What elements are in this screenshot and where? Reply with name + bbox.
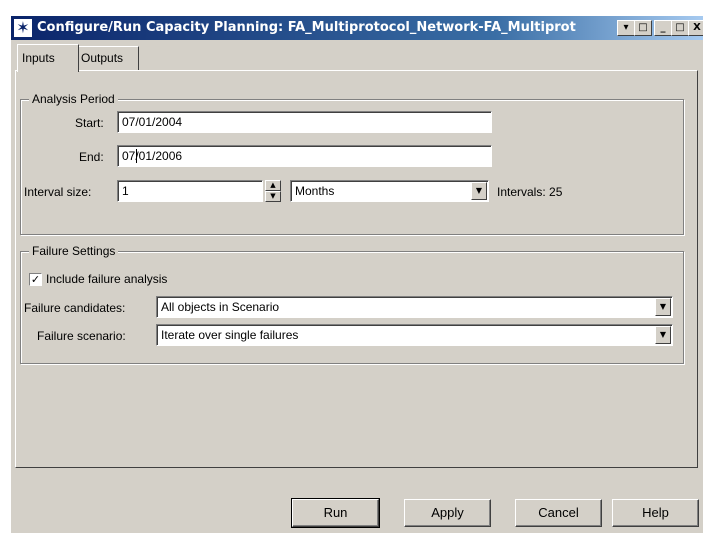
interval-size-input[interactable] <box>122 181 262 201</box>
apply-button[interactable]: Apply <box>404 499 491 527</box>
app-icon: ✶ <box>14 19 32 37</box>
interval-unit-select[interactable]: Months ▼ <box>290 180 489 202</box>
close-button[interactable]: X <box>688 20 703 36</box>
text-caret <box>136 149 137 163</box>
start-label: Start: <box>75 116 104 130</box>
run-button[interactable]: Run <box>291 498 380 528</box>
failure-candidates-select[interactable]: All objects in Scenario ▼ <box>156 296 673 318</box>
include-failure-checkbox[interactable]: ✓ <box>29 273 42 286</box>
failure-settings-group: Failure Settings ✓ Include failure analy… <box>20 243 684 364</box>
end-label: End: <box>79 150 104 164</box>
end-date-input[interactable] <box>122 146 491 166</box>
inputs-panel: Analysis Period Start: End: Interval siz… <box>15 70 698 468</box>
include-failure-label[interactable]: Include failure analysis <box>46 271 167 287</box>
failure-settings-title: Failure Settings <box>29 243 119 259</box>
window-title: Configure/Run Capacity Planning: FA_Mult… <box>37 20 576 35</box>
restore-button[interactable]: □ <box>634 20 652 36</box>
cancel-button[interactable]: Cancel <box>515 499 602 527</box>
dropdown-arrow-icon[interactable]: ▼ <box>655 326 671 344</box>
interval-unit-value: Months <box>295 184 335 198</box>
minimize-button[interactable]: _ <box>654 20 672 36</box>
help-button[interactable]: Help <box>612 499 699 527</box>
interval-size-label: Interval size: <box>24 185 92 199</box>
failure-candidates-label: Failure candidates: <box>24 301 126 315</box>
interval-spinner[interactable]: ▲ ▼ <box>265 180 281 202</box>
interval-size-field[interactable] <box>117 180 263 202</box>
failure-scenario-label: Failure scenario: <box>37 329 126 343</box>
tab-inputs[interactable]: Inputs <box>17 44 79 72</box>
spin-up-icon[interactable]: ▲ <box>265 180 281 191</box>
failure-candidates-value: All objects in Scenario <box>161 300 280 314</box>
capacity-planning-dialog: ✶ Configure/Run Capacity Planning: FA_Mu… <box>10 15 703 533</box>
failure-scenario-select[interactable]: Iterate over single failures ▼ <box>156 324 673 346</box>
start-date-field[interactable] <box>117 111 492 133</box>
title-bar[interactable]: ✶ Configure/Run Capacity Planning: FA_Mu… <box>11 16 703 40</box>
start-date-input[interactable] <box>122 112 491 132</box>
analysis-period-title: Analysis Period <box>29 91 118 107</box>
end-date-field[interactable] <box>117 145 492 167</box>
menu-dropdown-button[interactable]: ▾ <box>617 20 635 36</box>
dropdown-arrow-icon[interactable]: ▼ <box>471 182 487 200</box>
intervals-count: Intervals: 25 <box>497 185 563 199</box>
maximize-button[interactable]: □ <box>671 20 689 36</box>
dropdown-arrow-icon[interactable]: ▼ <box>655 298 671 316</box>
analysis-period-group: Analysis Period Start: End: Interval siz… <box>20 91 684 235</box>
tab-outputs[interactable]: Outputs <box>76 46 139 70</box>
failure-scenario-value: Iterate over single failures <box>161 328 299 342</box>
spin-down-icon[interactable]: ▼ <box>265 191 281 202</box>
